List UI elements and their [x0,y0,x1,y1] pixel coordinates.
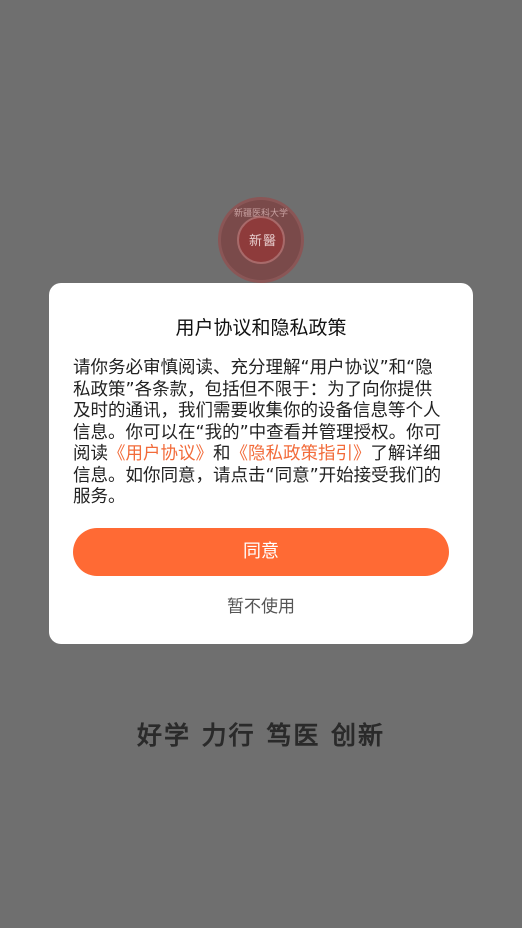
body-text-and: 和 [213,444,231,464]
agree-button[interactable]: 同意 [73,527,449,576]
privacy-guide-link[interactable]: 《隐私政策指引》 [231,444,371,464]
user-agreement-link[interactable]: 《用户协议》 [108,444,213,464]
dialog-title: 用户协议和隐私政策 [175,317,347,339]
logo-glyph: 新醫 [248,234,277,249]
splash-screen: 新疆医科大学 新醫 好学 力行 笃医 创新 用户协议和隐私政策 请你务必审慎阅读… [0,0,522,928]
university-motto: 好学 力行 笃医 创新 [136,721,386,750]
dialog-body: 请你务必审慎阅读、充分理解“用户协议”和“隐私政策”各条款，包括但不限于：为了向… [73,358,449,509]
decline-button[interactable]: 暂不使用 [201,592,321,622]
privacy-dialog: 用户协议和隐私政策 请你务必审慎阅读、充分理解“用户协议”和“隐私政策”各条款，… [49,283,473,644]
university-seal-logo: 新疆医科大学 新醫 [218,197,304,283]
